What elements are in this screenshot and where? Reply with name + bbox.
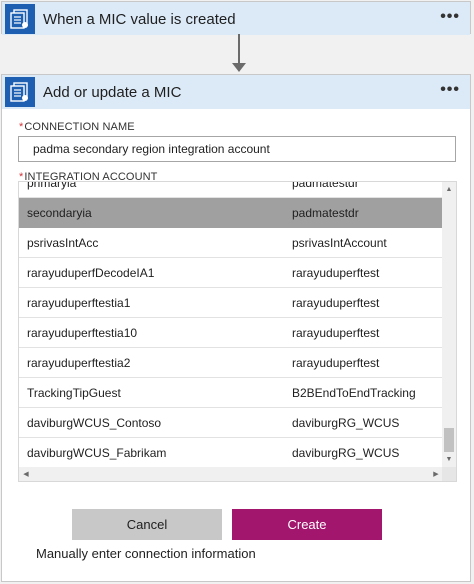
scroll-right-arrow-icon[interactable]: ▶: [429, 467, 443, 481]
trigger-title: When a MIC value is created: [43, 11, 236, 28]
manual-connection-link[interactable]: Manually enter connection information: [36, 546, 256, 561]
cancel-button[interactable]: Cancel: [72, 509, 222, 540]
account-name: secondaryia: [27, 206, 92, 220]
create-button[interactable]: Create: [232, 509, 382, 540]
required-marker: *: [19, 121, 24, 133]
list-item[interactable]: daviburgWCUS_Fabrikam daviburgRG_WCUS: [19, 438, 443, 468]
list-item[interactable]: rarayuduperfDecodeIA1 rarayuduperftest: [19, 258, 443, 288]
horizontal-scrollbar[interactable]: ◀ ▶: [19, 467, 443, 481]
list-item[interactable]: rarayuduperftestia2 rarayuduperftest: [19, 348, 443, 378]
account-name: primaryia: [27, 181, 77, 190]
scroll-left-arrow-icon[interactable]: ◀: [19, 467, 33, 481]
account-name: daviburgWCUS_Contoso: [27, 416, 162, 430]
resource-group: padmatestdr: [292, 206, 359, 220]
vertical-scrollbar[interactable]: ▲ ▼: [442, 182, 456, 481]
connection-name-input[interactable]: [18, 136, 456, 162]
account-name: daviburgWCUS_Fabrikam: [27, 446, 167, 460]
resource-group: padmatestdr: [292, 181, 359, 190]
account-name: rarayuduperftestia10: [27, 326, 138, 340]
document-list-icon: [5, 77, 35, 107]
resource-group: rarayuduperftest: [292, 326, 380, 340]
resource-group: B2BEndToEndTracking: [292, 386, 416, 400]
trigger-more-menu-button[interactable]: •••: [440, 8, 460, 26]
scrollbar-corner: [442, 467, 456, 481]
list-item[interactable]: psrivasIntAcc psrivasIntAccount: [19, 228, 443, 258]
action-title: Add or update a MIC: [43, 84, 182, 101]
resource-group: daviburgRG_WCUS: [292, 416, 400, 430]
account-name: TrackingTipGuest: [27, 386, 121, 400]
list-item[interactable]: rarayuduperftestia1 rarayuduperftest: [19, 288, 443, 318]
connection-name-label: *CONNECTION NAME: [19, 121, 135, 133]
integration-account-list[interactable]: primaryia padmatestdr secondaryia padmat…: [18, 181, 457, 482]
trigger-card[interactable]: When a MIC value is created •••: [1, 1, 471, 35]
flow-connector-line: [238, 34, 240, 64]
arrow-down-icon: [232, 63, 246, 72]
list-item[interactable]: primaryia padmatestdr: [19, 181, 443, 198]
resource-group: rarayuduperftest: [292, 266, 380, 280]
connection-name-label-text: CONNECTION NAME: [24, 121, 135, 133]
scroll-up-arrow-icon[interactable]: ▲: [442, 182, 456, 196]
account-name: rarayuduperfDecodeIA1: [27, 266, 155, 280]
list-item[interactable]: rarayuduperftestia10 rarayuduperftest: [19, 318, 443, 348]
action-card: Add or update a MIC ••• *CONNECTION NAME…: [1, 74, 471, 582]
vertical-scroll-thumb[interactable]: [444, 428, 454, 452]
list-item-selected[interactable]: secondaryia padmatestdr: [19, 198, 443, 228]
account-name: psrivasIntAcc: [27, 236, 99, 250]
account-name: rarayuduperftestia1: [27, 296, 131, 310]
resource-group: rarayuduperftest: [292, 296, 380, 310]
account-name: rarayuduperftestia2: [27, 356, 131, 370]
scroll-down-arrow-icon[interactable]: ▼: [442, 452, 456, 466]
resource-group: psrivasIntAccount: [292, 236, 387, 250]
resource-group: rarayuduperftest: [292, 356, 380, 370]
action-card-header[interactable]: Add or update a MIC •••: [2, 75, 470, 109]
resource-group: daviburgRG_WCUS: [292, 446, 400, 460]
document-list-icon: [5, 4, 35, 34]
action-more-menu-button[interactable]: •••: [440, 81, 460, 99]
list-item[interactable]: daviburgWCUS_Contoso daviburgRG_WCUS: [19, 408, 443, 438]
trigger-card-header[interactable]: When a MIC value is created •••: [2, 2, 470, 35]
list-item[interactable]: TrackingTipGuest B2BEndToEndTracking: [19, 378, 443, 408]
